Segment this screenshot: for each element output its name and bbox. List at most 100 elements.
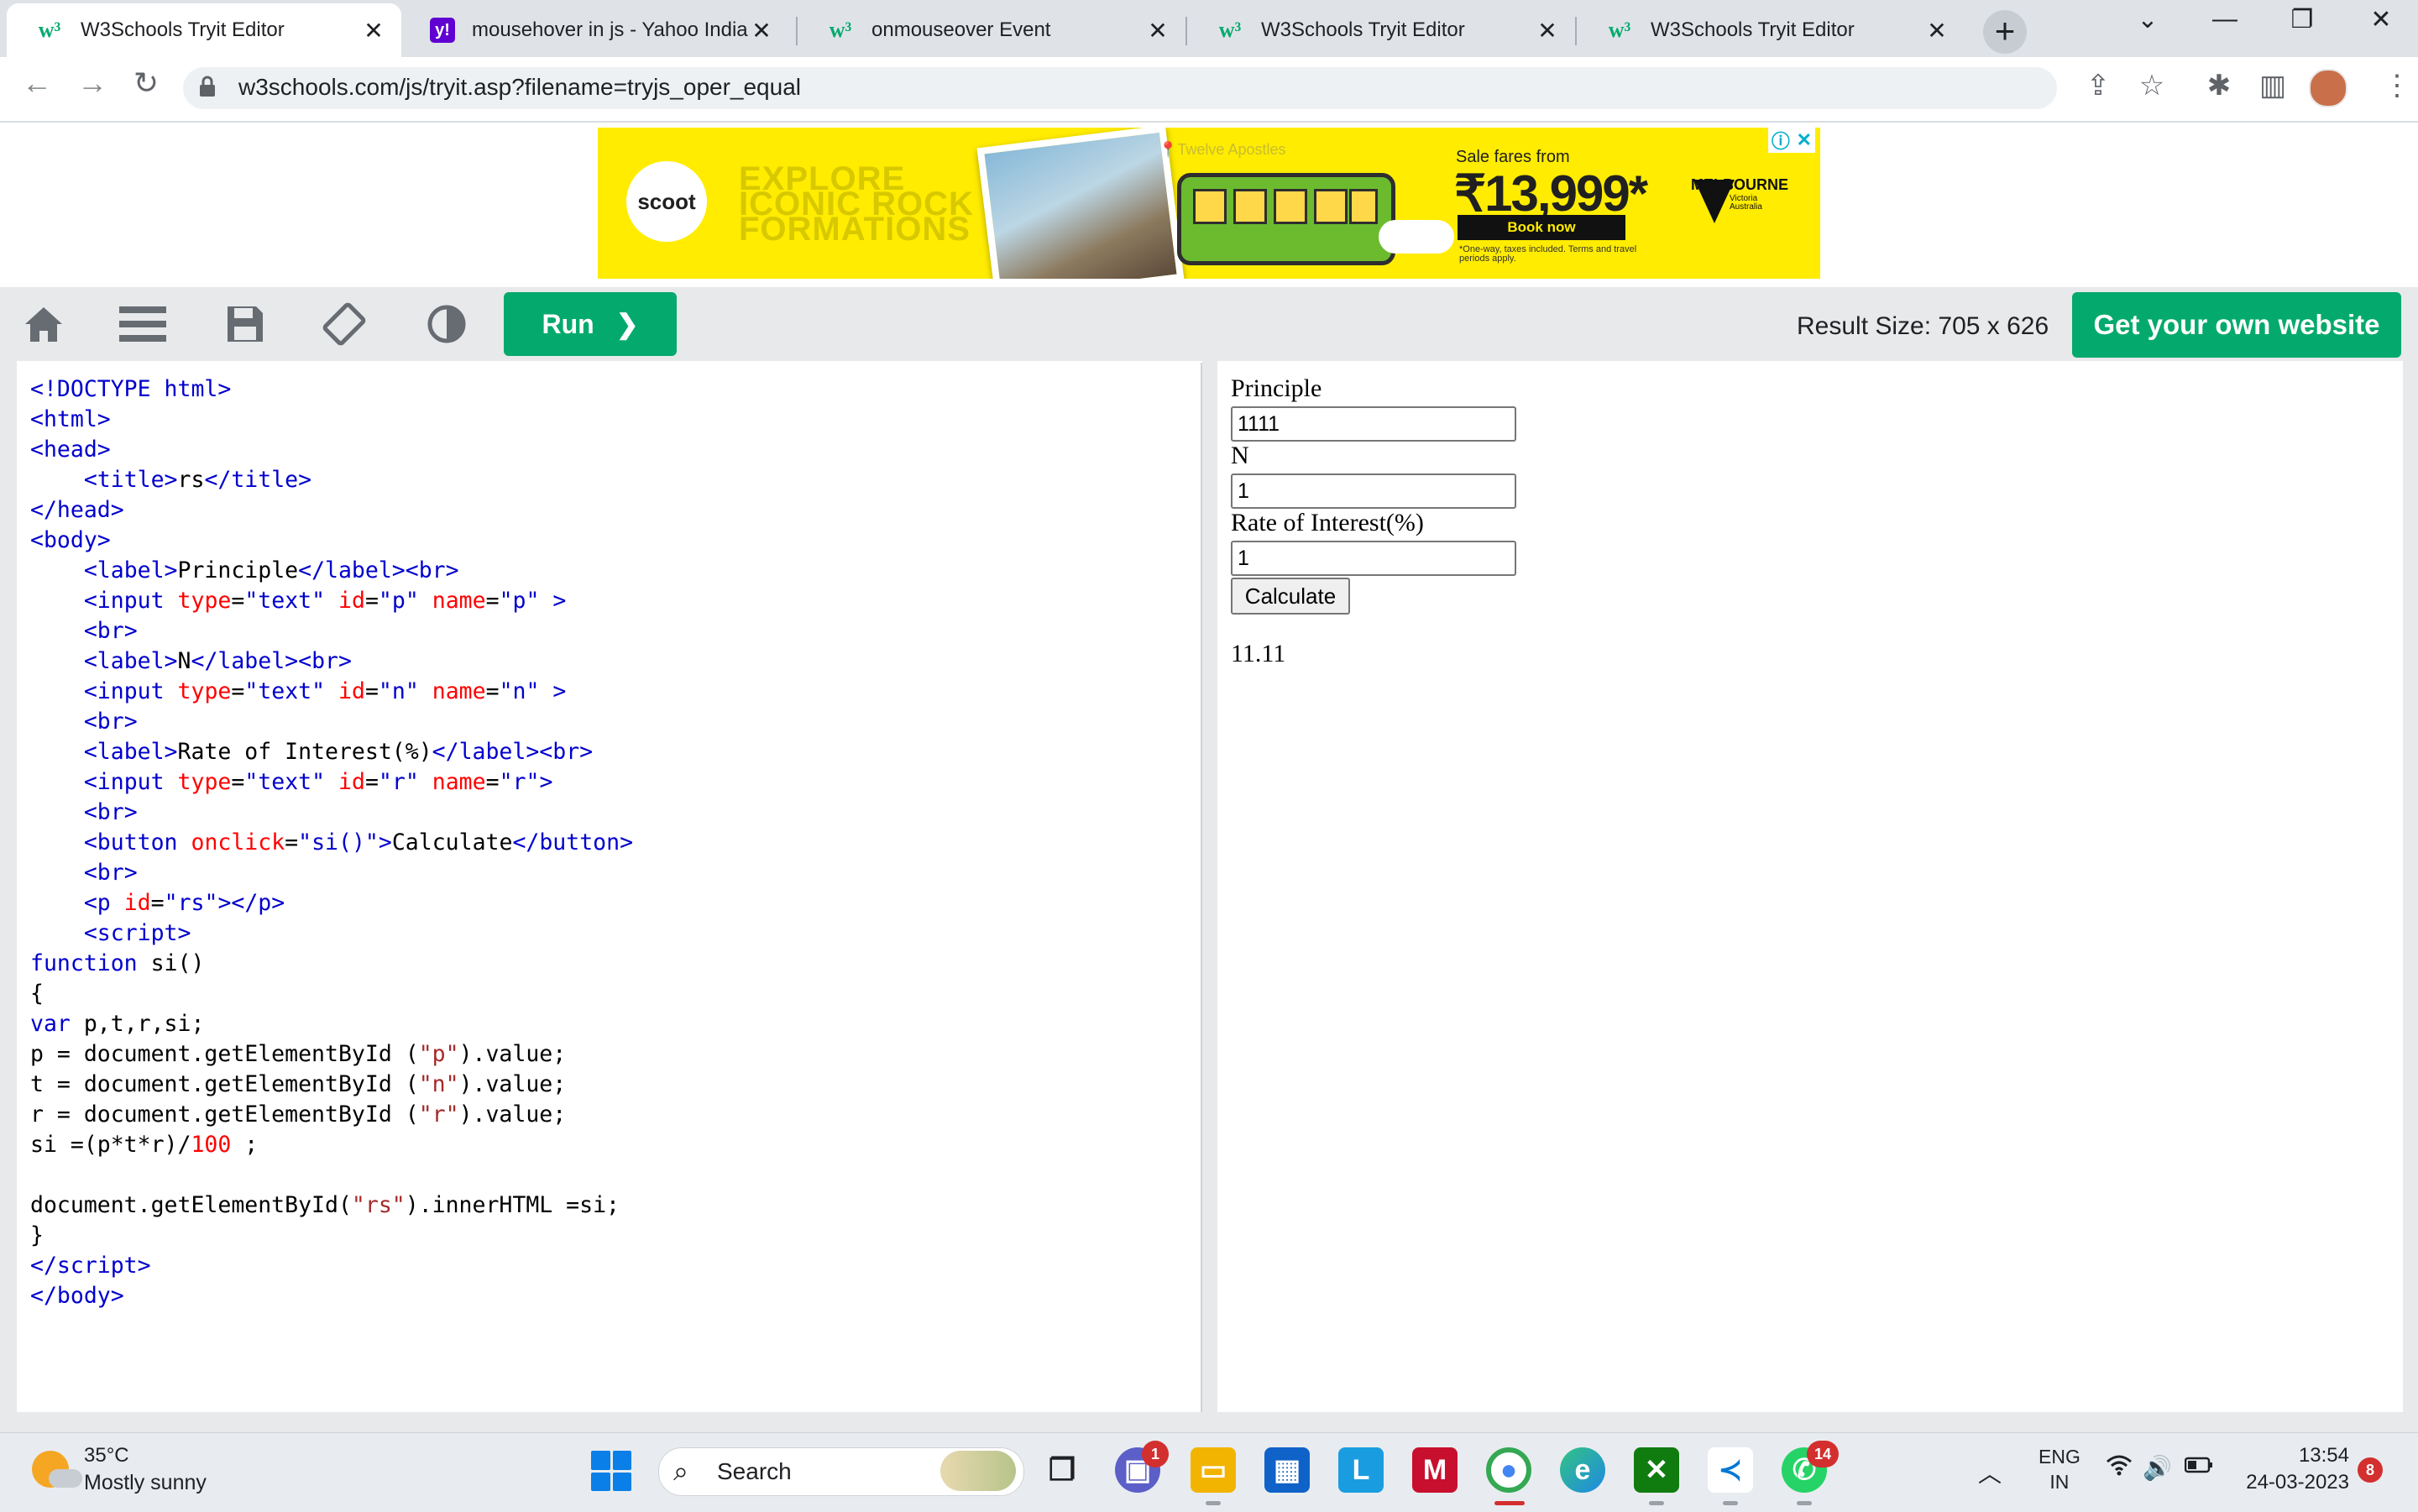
close-icon[interactable]: ✕ xyxy=(1535,17,1560,44)
wifi-icon[interactable] xyxy=(2106,1454,2133,1482)
teams-badge: 1 xyxy=(1142,1441,1169,1468)
run-button[interactable]: Run ❯ xyxy=(504,292,677,356)
advertisement-banner[interactable]: scoot EXPLORE ICONIC ROCK FORMATIONS 📍Tw… xyxy=(598,128,1820,279)
panel-divider[interactable] xyxy=(1202,361,1217,1415)
running-indicator xyxy=(1797,1501,1812,1505)
w3schools-icon: w³ xyxy=(38,18,61,42)
save-icon[interactable] xyxy=(220,301,270,348)
tab-title: mousehover in js - Yahoo India xyxy=(472,18,748,41)
file-explorer-icon[interactable]: ▭ xyxy=(1191,1447,1236,1493)
theme-contrast-icon[interactable] xyxy=(421,301,472,348)
browser-tab-1[interactable]: w³ W3Schools Tryit Editor ✕ xyxy=(7,3,401,57)
right-gutter xyxy=(2403,361,2418,1415)
tab-title: onmouseover Event xyxy=(871,18,1051,41)
n-input[interactable]: 1 xyxy=(1231,473,1516,509)
browser-tab-3[interactable]: w³ onmouseover Event ✕ xyxy=(798,3,1185,57)
vscode-icon[interactable]: ≺ xyxy=(1708,1447,1753,1493)
forward-arrow-icon[interactable]: → xyxy=(69,65,116,101)
chevron-up-icon[interactable]: ︿ xyxy=(1978,1456,2002,1489)
ad-fine-print: *One-way, taxes included. Terms and trav… xyxy=(1459,244,1637,264)
edge-icon[interactable]: e xyxy=(1560,1447,1605,1493)
search-highlight-image xyxy=(940,1451,1016,1491)
ad-photo xyxy=(976,128,1185,279)
whatsapp-badge: 14 xyxy=(1807,1441,1839,1468)
minimize-button[interactable]: — xyxy=(2200,5,2250,34)
rate-label: Rate of Interest(%) xyxy=(1231,509,1424,536)
clock-date[interactable]: 24-03-2023 xyxy=(2240,1471,2349,1494)
ad-book-now-button[interactable]: Book now xyxy=(1458,215,1625,240)
result-panel: Principle 1111 N 1 Rate of Interest(%) 1… xyxy=(1217,363,2403,1412)
menu-icon[interactable] xyxy=(118,301,168,348)
ad-location-text: Twelve Apostles xyxy=(1177,141,1286,158)
clock-time[interactable]: 13:54 xyxy=(2272,1444,2349,1468)
new-tab-button[interactable]: + xyxy=(1983,10,2027,54)
running-indicator xyxy=(1723,1501,1738,1505)
browser-tab-5[interactable]: w³ W3Schools Tryit Editor ✕ xyxy=(1577,3,1965,57)
ad-location: 📍Twelve Apostles xyxy=(1159,141,1286,159)
location-pin-icon: 📍 xyxy=(1159,141,1178,158)
ad-choices[interactable]: ⓘ ✕ xyxy=(1768,128,1815,153)
tab-title: W3Schools Tryit Editor xyxy=(1261,18,1465,41)
tram-window xyxy=(1349,189,1378,224)
reload-icon[interactable]: ↻ xyxy=(123,65,170,101)
close-ad-icon[interactable]: ✕ xyxy=(1797,129,1812,151)
back-arrow-icon[interactable]: ← xyxy=(13,65,60,101)
language-code: ENG xyxy=(2039,1446,2080,1468)
tram-window xyxy=(1314,189,1348,224)
browser-tab-4[interactable]: w³ W3Schools Tryit Editor ✕ xyxy=(1187,3,1575,57)
yahoo-icon: y! xyxy=(430,18,455,43)
restore-button[interactable]: ❐ xyxy=(2277,5,2327,34)
cloud-illustration xyxy=(1379,220,1454,254)
principle-input[interactable]: 1111 xyxy=(1231,406,1516,442)
battery-icon[interactable] xyxy=(2184,1454,2213,1482)
tram-window xyxy=(1274,189,1307,224)
taskbar-search-placeholder[interactable]: Search xyxy=(717,1458,792,1485)
share-icon[interactable]: ⇪ xyxy=(2077,69,2119,102)
lock-icon[interactable] xyxy=(198,76,217,97)
notification-badge[interactable]: 8 xyxy=(2358,1457,2383,1483)
close-icon[interactable]: ✕ xyxy=(749,17,774,44)
weather-cloud-icon xyxy=(49,1469,82,1488)
n-label: N xyxy=(1231,442,1249,469)
language-indicator[interactable]: ENG IN xyxy=(2039,1444,2080,1494)
browser-tab-2[interactable]: y! mousehover in js - Yahoo India ✕ xyxy=(401,3,789,57)
xbox-icon[interactable]: ✕ xyxy=(1634,1447,1679,1493)
more-menu-icon[interactable]: ⋮ xyxy=(2376,69,2418,102)
scoot-logo: scoot xyxy=(626,161,707,242)
side-panel-icon[interactable]: ▥ xyxy=(2252,69,2294,102)
task-view-icon[interactable]: ❐ xyxy=(1039,1447,1085,1493)
weather-temperature[interactable]: 35°C xyxy=(84,1444,129,1468)
close-icon[interactable]: ✕ xyxy=(1145,17,1170,44)
url-text[interactable]: w3schools.com/js/tryit.asp?filename=tryj… xyxy=(238,74,801,101)
extensions-puzzle-icon[interactable]: ✱ xyxy=(2198,69,2240,102)
mcafee-icon[interactable]: M xyxy=(1412,1447,1458,1493)
profile-avatar[interactable] xyxy=(2309,69,2347,107)
windows-start-icon[interactable] xyxy=(591,1451,631,1491)
search-icon: ⌕ xyxy=(673,1456,688,1486)
ad-headline: EXPLORE ICONIC ROCK FORMATIONS xyxy=(739,160,974,248)
l-app-icon[interactable]: L xyxy=(1338,1447,1384,1493)
tab-title: W3Schools Tryit Editor xyxy=(81,18,285,41)
home-icon[interactable] xyxy=(18,301,69,348)
result-output: 11.11 xyxy=(1231,640,1286,667)
rate-input[interactable]: 1 xyxy=(1231,541,1516,576)
bookmark-star-icon[interactable]: ☆ xyxy=(2131,69,2173,102)
close-icon[interactable]: ✕ xyxy=(361,17,386,44)
rotate-layout-icon[interactable] xyxy=(319,301,369,348)
w3schools-icon: w³ xyxy=(1608,18,1631,42)
tab-search-chevron-icon[interactable]: ⌄ xyxy=(2122,5,2173,34)
left-gutter xyxy=(0,361,17,1415)
close-icon[interactable]: ✕ xyxy=(1924,17,1950,44)
code-editor-text[interactable]: <!DOCTYPE html> <html> <head> <title>rs<… xyxy=(30,374,633,1311)
w3schools-icon: w³ xyxy=(1218,18,1242,42)
close-window-button[interactable]: ✕ xyxy=(2356,5,2406,34)
running-indicator xyxy=(1649,1501,1664,1505)
info-icon[interactable]: ⓘ xyxy=(1772,128,1790,154)
calculate-button[interactable]: Calculate xyxy=(1231,578,1350,615)
tab-title: W3Schools Tryit Editor xyxy=(1651,18,1855,41)
get-your-own-website-button[interactable]: Get your own website xyxy=(2072,292,2401,358)
weather-condition[interactable]: Mostly sunny xyxy=(84,1471,207,1495)
chrome-icon[interactable]: ● xyxy=(1486,1447,1531,1493)
volume-icon[interactable]: 🔊 xyxy=(2143,1454,2172,1482)
microsoft-store-icon[interactable]: ▦ xyxy=(1264,1447,1310,1493)
